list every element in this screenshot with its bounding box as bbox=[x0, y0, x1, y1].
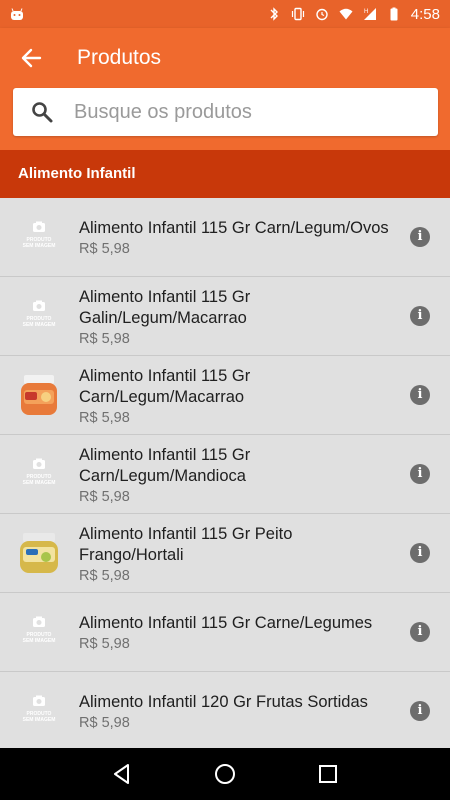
info-icon[interactable]: i bbox=[410, 622, 430, 642]
product-item[interactable]: PRODUTO SEM IMAGEM Alimento Infantil 115 G… bbox=[0, 198, 450, 277]
product-price: R$ 5,98 bbox=[79, 488, 130, 505]
battery-icon bbox=[390, 7, 398, 21]
product-info: Alimento Infantil 115 Gr Carn/Legum/Maca… bbox=[79, 356, 398, 435]
product-item[interactable]: PRODUTO SEM IMAGEM Alimento Infantil 115 G… bbox=[0, 277, 450, 356]
product-info: Alimento Infantil 115 Gr Carn/Legum/Mand… bbox=[79, 435, 398, 514]
alarm-icon bbox=[316, 8, 328, 21]
info-icon[interactable]: i bbox=[410, 543, 430, 563]
camera-icon: PRODUTOSEM IMAGEM bbox=[23, 300, 56, 328]
no-image-line-2: SEM IMAGEM bbox=[23, 480, 56, 486]
page-title: Produtos bbox=[77, 46, 162, 69]
info-icon[interactable]: i bbox=[410, 227, 430, 247]
no-image-line-2: SEM IMAGEM bbox=[23, 322, 56, 328]
no-image-placeholder: PRODUTO SEM IMAGEM bbox=[16, 688, 62, 734]
no-image-line-2: SEM IMAGEM bbox=[23, 243, 56, 249]
product-info: Alimento Infantil 115 Gr Galin/Legum/Mac… bbox=[79, 277, 398, 356]
product-item[interactable]: Alimento Infantil 115 Gr Peito Frango/Ho… bbox=[0, 514, 450, 593]
product-info: Alimento Infantil 115 Gr Carn/Legum/Ovos… bbox=[79, 198, 398, 277]
product-name: Alimento Infantil 115 Gr Peito Frango/Ho… bbox=[79, 524, 293, 564]
product-image-jar bbox=[16, 372, 62, 418]
recents-square-icon[interactable] bbox=[316, 762, 340, 786]
product-name: Alimento Infantil 115 Gr Galin/Legum/Mac… bbox=[79, 287, 251, 327]
no-image-placeholder: PRODUTO SEM IMAGEM bbox=[16, 214, 62, 260]
app-bar: Produtos bbox=[0, 28, 450, 150]
product-name: Alimento Infantil 120 Gr Frutas Sortidas bbox=[79, 693, 368, 711]
camera-icon: PRODUTOSEM IMAGEM bbox=[23, 616, 56, 644]
product-name: Alimento Infantil 115 Gr Carn/Legum/Maca… bbox=[79, 366, 251, 406]
back-triangle-icon[interactable] bbox=[110, 762, 134, 786]
product-price: R$ 5,98 bbox=[79, 715, 130, 731]
product-name: Alimento Infantil 115 Gr Carne/Legumes bbox=[79, 614, 373, 632]
product-name: Alimento Infantil 115 Gr Carn/Legum/Mand… bbox=[79, 445, 251, 485]
back-arrow-icon[interactable] bbox=[18, 44, 46, 72]
info-icon[interactable]: i bbox=[410, 385, 430, 405]
section-header: Alimento Infantil bbox=[0, 150, 450, 198]
search-input[interactable] bbox=[74, 100, 414, 124]
status-time: 4:58 bbox=[410, 5, 440, 23]
svg-text:H: H bbox=[364, 9, 368, 15]
product-price: R$ 5,98 bbox=[79, 636, 130, 652]
baby-food-jar-icon bbox=[21, 375, 57, 415]
product-price: R$ 5,98 bbox=[79, 567, 130, 584]
home-circle-icon[interactable] bbox=[213, 762, 237, 786]
product-price: R$ 5,98 bbox=[79, 409, 130, 426]
info-icon[interactable]: i bbox=[410, 306, 430, 326]
vibrate-icon bbox=[291, 7, 304, 21]
product-item[interactable]: PRODUTO SEM IMAGEM Alimento Infantil 120 G… bbox=[0, 672, 450, 748]
no-image-line-2: SEM IMAGEM bbox=[23, 717, 56, 723]
camera-icon: PRODUTOSEM IMAGEM bbox=[23, 221, 56, 249]
signal-h-icon: H bbox=[363, 8, 376, 20]
search-box[interactable] bbox=[13, 88, 438, 136]
product-info: Alimento Infantil 115 Gr Carne/Legumes R$… bbox=[79, 593, 398, 672]
info-icon[interactable]: i bbox=[410, 701, 430, 721]
status-bar: H 4:58 bbox=[0, 0, 450, 28]
navigation-bar bbox=[0, 748, 450, 800]
product-price: R$ 5,98 bbox=[79, 241, 130, 257]
baby-food-jar-icon bbox=[20, 533, 58, 573]
no-image-placeholder: PRODUTO SEM IMAGEM bbox=[16, 293, 62, 339]
android-icon bbox=[11, 8, 23, 20]
camera-icon: PRODUTOSEM IMAGEM bbox=[23, 695, 56, 723]
no-image-placeholder: PRODUTO SEM IMAGEM bbox=[16, 451, 62, 497]
product-info: Alimento Infantil 120 Gr Frutas Sortidas… bbox=[79, 672, 398, 748]
product-list[interactable]: PRODUTO SEM IMAGEM Alimento Infantil 115 G… bbox=[0, 198, 450, 748]
product-info: Alimento Infantil 115 Gr Peito Frango/Ho… bbox=[79, 514, 398, 593]
no-image-line-2: SEM IMAGEM bbox=[23, 638, 56, 644]
product-price: R$ 5,98 bbox=[79, 330, 130, 347]
product-item[interactable]: Alimento Infantil 115 Gr Carn/Legum/Maca… bbox=[0, 356, 450, 435]
search-icon bbox=[32, 102, 53, 123]
product-image-jar bbox=[16, 530, 62, 576]
product-item[interactable]: PRODUTO SEM IMAGEM Alimento Infantil 115 G… bbox=[0, 593, 450, 672]
bluetooth-icon bbox=[270, 7, 278, 21]
product-name: Alimento Infantil 115 Gr Carn/Legum/Ovos bbox=[79, 219, 389, 237]
camera-icon: PRODUTOSEM IMAGEM bbox=[23, 458, 56, 486]
product-item[interactable]: PRODUTO SEM IMAGEM Alimento Infantil 115 G… bbox=[0, 435, 450, 514]
info-icon[interactable]: i bbox=[410, 464, 430, 484]
no-image-placeholder: PRODUTO SEM IMAGEM bbox=[16, 609, 62, 655]
wifi-icon bbox=[339, 8, 353, 20]
